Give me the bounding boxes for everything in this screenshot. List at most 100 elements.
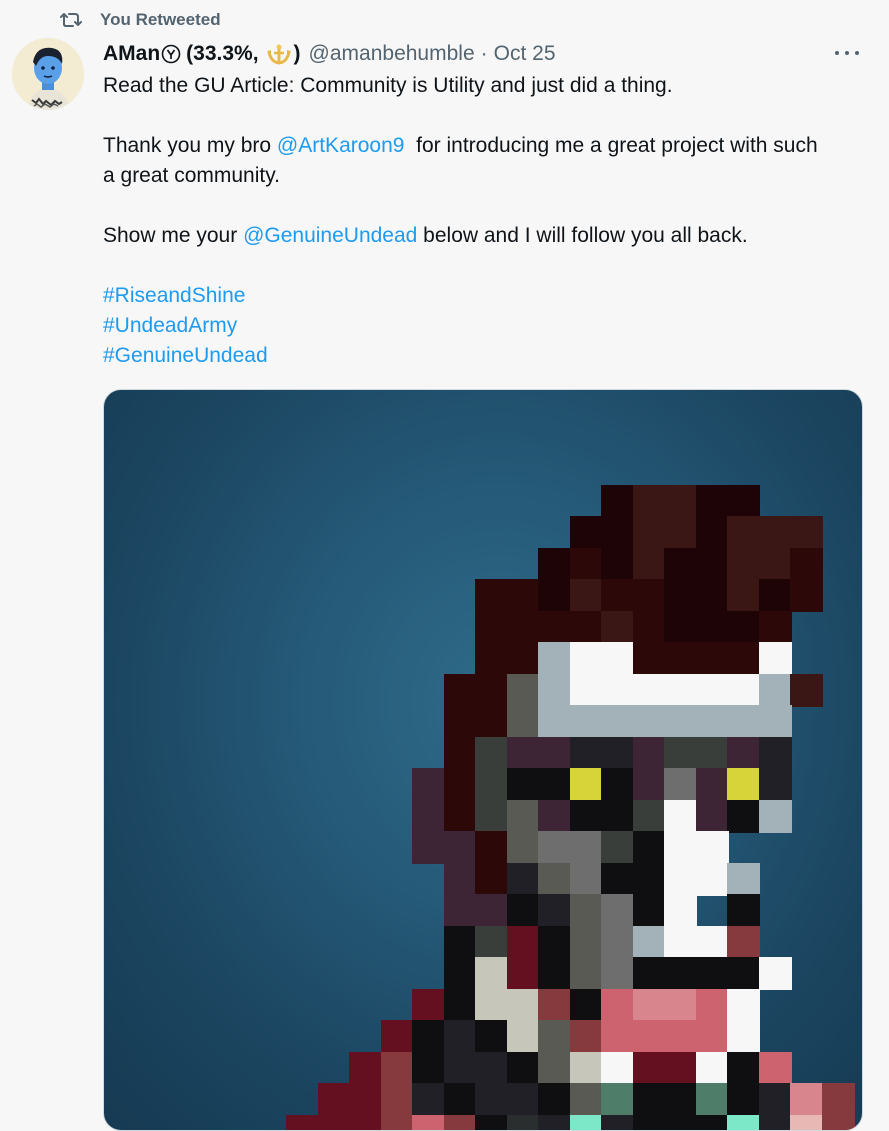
pixel [633, 989, 666, 1022]
pixel [601, 705, 634, 738]
pixel [507, 674, 540, 707]
pixel [507, 768, 540, 801]
pixel [759, 705, 792, 738]
pixel [381, 1115, 414, 1130]
pixel [727, 611, 760, 644]
pixel [444, 926, 477, 959]
pixel [507, 1083, 540, 1116]
pixel [444, 674, 477, 707]
avatar[interactable] [12, 38, 84, 110]
pixel [822, 1083, 855, 1116]
pixel [570, 768, 603, 801]
hashtag-link[interactable]: #RiseandShine [103, 281, 833, 311]
pixel [444, 989, 477, 1022]
pixel [664, 831, 697, 864]
pixel [538, 1020, 571, 1053]
pixel [696, 737, 729, 770]
pixel [664, 548, 697, 581]
author-name-close[interactable]: ) [294, 42, 301, 66]
pixel [633, 485, 666, 518]
pixel [601, 989, 634, 1022]
pixel [601, 768, 634, 801]
pixel [570, 737, 603, 770]
pixel [696, 768, 729, 801]
pixel [790, 548, 823, 581]
pixel [444, 800, 477, 833]
retweet-context: You Retweeted [60, 8, 221, 32]
pixel [790, 674, 823, 707]
pixel [475, 768, 508, 801]
pixel [664, 800, 697, 833]
pixel [570, 894, 603, 927]
tweet-text-span: Show me your [103, 224, 244, 247]
author-name-text[interactable]: AMan [103, 42, 160, 66]
pixel [412, 1083, 445, 1116]
pixel [727, 957, 760, 990]
pixel [759, 768, 792, 801]
pixel [444, 863, 477, 896]
pixel [538, 642, 571, 675]
pixel [727, 768, 760, 801]
pixel [664, 642, 697, 675]
pixel [633, 800, 666, 833]
pixel [412, 831, 445, 864]
pixel [696, 516, 729, 549]
mention-link[interactable]: @GenuineUndead [243, 224, 417, 247]
pixel [696, 800, 729, 833]
pixel [790, 579, 823, 612]
pixel [790, 516, 823, 549]
circled-y-icon [161, 44, 181, 64]
pixel [601, 485, 634, 518]
pixel [381, 1052, 414, 1085]
pixel [664, 1020, 697, 1053]
pixel [538, 989, 571, 1022]
pixel [538, 800, 571, 833]
pixel [444, 1020, 477, 1053]
pixel [538, 579, 571, 612]
retweet-icon [60, 11, 82, 29]
header-separator: · [480, 42, 488, 65]
pixel [475, 674, 508, 707]
pixel [696, 705, 729, 738]
hashtag-link[interactable]: #GenuineUndead [103, 341, 833, 371]
pixel [444, 1052, 477, 1085]
tweet-text-span: below and I will follow you all back. [417, 224, 748, 247]
pixel [633, 674, 666, 707]
pixel [727, 1020, 760, 1053]
pixel [633, 705, 666, 738]
pixel [696, 579, 729, 612]
pixel [475, 737, 508, 770]
pixel [538, 548, 571, 581]
pixel [444, 894, 477, 927]
pixel [633, 1020, 666, 1053]
pixel [475, 926, 508, 959]
pixel [759, 548, 792, 581]
pixel [633, 642, 666, 675]
pixel [727, 926, 760, 959]
tweet-image[interactable] [103, 389, 863, 1131]
mention-link[interactable]: @ArtKaroon9 [277, 134, 405, 157]
anchor-emoji-icon [265, 42, 293, 66]
hashtag-link[interactable]: #UndeadArmy [103, 311, 833, 341]
pixel [664, 989, 697, 1022]
pixel [475, 800, 508, 833]
pixel [318, 1083, 351, 1116]
pixel [633, 1115, 666, 1130]
author-handle[interactable]: @amanbehumble [309, 42, 475, 66]
author-name[interactable]: AMan (33.3%, ) [103, 42, 301, 66]
pixel [412, 1115, 445, 1130]
pixel [664, 863, 697, 896]
pixel [664, 579, 697, 612]
more-options-icon[interactable] [835, 44, 859, 62]
pixel [570, 548, 603, 581]
pixel [507, 957, 540, 990]
tweet-paragraph: Thank you my bro @ArtKaroon9 for introdu… [103, 131, 833, 191]
pixel [538, 1115, 571, 1130]
author-name-percent[interactable]: (33.3%, [186, 42, 258, 66]
tweet-timestamp[interactable]: Oct 25 [494, 42, 556, 66]
pixel [696, 926, 729, 959]
pixel [633, 768, 666, 801]
pixel [759, 642, 792, 675]
pixel [475, 642, 508, 675]
pixel [601, 926, 634, 959]
